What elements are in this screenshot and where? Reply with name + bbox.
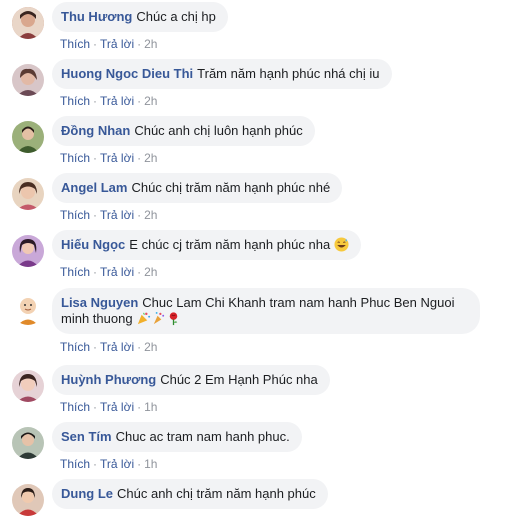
separator-dot: · [93,151,98,165]
avatar[interactable] [12,427,44,459]
separator-dot: · [137,340,142,354]
comment-actions: Thích · Trả lời · 2h [60,94,157,108]
comment-bubble: Dung Le Chúc anh chị trăm năm hạnh phúc [52,479,328,509]
comment-timestamp[interactable]: 2h [144,151,157,165]
comment-author[interactable]: Lisa Nguyen [61,295,138,310]
like-link[interactable]: Thích [60,340,90,354]
comment-item: Huỳnh Phương Chúc 2 Em Hạnh Phúc nha Thíc… [0,363,508,420]
comment-item: Dung Le Chúc anh chị trăm năm hạnh phúc [0,477,508,516]
reply-link[interactable]: Trả lời [100,94,134,108]
comment-text: Chúc 2 Em Hạnh Phúc nha [160,372,318,387]
like-link[interactable]: Thích [60,265,90,279]
comment-timestamp[interactable]: 2h [144,37,157,51]
reply-link[interactable]: Trả lời [100,457,134,471]
separator-dot: · [137,37,142,51]
separator-dot: · [137,400,142,414]
comment-author[interactable]: Huong Ngoc Dieu Thi [61,66,193,81]
avatar[interactable] [12,235,44,267]
avatar[interactable] [12,7,44,39]
avatar[interactable] [12,484,44,516]
comment-timestamp[interactable]: 2h [144,265,157,279]
comment-actions: Thích · Trả lời · 2h [60,151,157,165]
separator-dot: · [137,265,142,279]
separator-dot: · [137,151,142,165]
like-link[interactable]: Thích [60,94,90,108]
comment-timestamp[interactable]: 1h [144,400,157,414]
comment-timestamp[interactable]: 2h [144,94,157,108]
comment-timestamp[interactable]: 1h [144,457,157,471]
rose-emoji [169,312,178,326]
avatar[interactable] [12,121,44,153]
comment-bubble: Đồng Nhan Chúc anh chị luôn hạnh phúc [52,116,315,146]
reply-link[interactable]: Trả lời [100,340,134,354]
comment-author[interactable]: Sen Tím [61,429,112,444]
comment-actions: Thích · Trả lời · 2h [60,208,157,222]
reply-link[interactable]: Trả lời [100,400,134,414]
comment-actions: Thích · Trả lời · 2h [60,37,157,51]
comment-text: Chúc a chị hp [136,9,216,24]
comment-author[interactable]: Đồng Nhan [61,123,130,138]
comment-author[interactable]: Dung Le [61,486,113,501]
comment-actions: Thích · Trả lời · 2h [60,265,157,279]
separator-dot: · [137,94,142,108]
comment-text: Chúc chị trăm năm hạnh phúc nhé [131,180,331,195]
separator-dot: · [93,94,98,108]
party-popper-emoji [138,312,151,325]
like-link[interactable]: Thích [60,151,90,165]
separator-dot: · [93,457,98,471]
comment-actions: Thích · Trả lời · 1h [60,400,157,414]
comment-timestamp[interactable]: 2h [144,208,157,222]
comment-bubble: Thu Hương Chúc a chị hp [52,2,228,32]
reply-link[interactable]: Trả lời [100,37,134,51]
comment-text: Chúc anh chị luôn hạnh phúc [134,123,303,138]
comment-actions: Thích · Trả lời · 1h [60,457,157,471]
separator-dot: · [93,400,98,414]
comment-author[interactable]: Thu Hương [61,9,132,24]
reply-link[interactable]: Trả lời [100,208,134,222]
comment-item: Thu Hương Chúc a chị hp Thích · Trả lời · 2h [0,0,508,57]
comment-bubble: Huong Ngoc Dieu Thi Trăm năm hạnh phúc nh… [52,59,392,89]
avatar[interactable] [12,178,44,210]
comment-item: Lisa Nguyen Chuc Lam Chi Khanh tram nam h… [0,286,508,360]
comment-actions: Thích · Trả lời · 2h [60,340,157,354]
avatar[interactable] [12,64,44,96]
comment-bubble: Lisa Nguyen Chuc Lam Chi Khanh tram nam h… [52,288,480,334]
comment-item: Đồng Nhan Chúc anh chị luôn hạnh phúc Thí… [0,114,508,171]
comment-item: Hiếu Ngọc E chúc cj trăm năm hạnh phúc nh… [0,228,508,285]
separator-dot: · [137,457,142,471]
separator-dot: · [93,208,98,222]
comment-bubble: Sen Tím Chuc ac tram nam hanh phuc. [52,422,302,452]
comment-item: Sen Tím Chuc ac tram nam hanh phuc. Thích… [0,420,508,477]
comment-timestamp[interactable]: 2h [144,340,157,354]
comment-text: Trăm năm hạnh phúc nhá chị iu [197,66,380,81]
separator-dot: · [137,208,142,222]
reply-link[interactable]: Trả lời [100,151,134,165]
confetti-emoji [154,311,165,325]
comment-bubble: Angel Lam Chúc chị trăm năm hạnh phúc nhé [52,173,343,203]
comment-text: Chúc anh chị trăm năm hạnh phúc [117,486,316,501]
separator-dot: · [93,37,98,51]
grinning-sweat-emoji [334,237,349,252]
comment-author[interactable]: Angel Lam [61,180,127,195]
like-link[interactable]: Thích [60,457,90,471]
comment-text: Chuc ac tram nam hanh phuc. [115,429,290,444]
comment-bubble: Hiếu Ngọc E chúc cj trăm năm hạnh phúc nh… [52,230,361,260]
separator-dot: · [93,265,98,279]
comment-bubble: Huỳnh Phương Chúc 2 Em Hạnh Phúc nha [52,365,330,395]
comment-author[interactable]: Hiếu Ngọc [61,237,125,252]
avatar[interactable] [12,370,44,402]
avatar[interactable] [12,293,44,325]
reply-link[interactable]: Trả lời [100,265,134,279]
comment-item: Huong Ngoc Dieu Thi Trăm năm hạnh phúc nh… [0,57,508,114]
comment-text: E chúc cj trăm năm hạnh phúc nha [129,237,331,252]
like-link[interactable]: Thích [60,208,90,222]
comment-item: Angel Lam Chúc chị trăm năm hạnh phúc nhé… [0,171,508,228]
like-link[interactable]: Thích [60,400,90,414]
comment-author[interactable]: Huỳnh Phương [61,372,156,387]
separator-dot: · [93,340,98,354]
like-link[interactable]: Thích [60,37,90,51]
